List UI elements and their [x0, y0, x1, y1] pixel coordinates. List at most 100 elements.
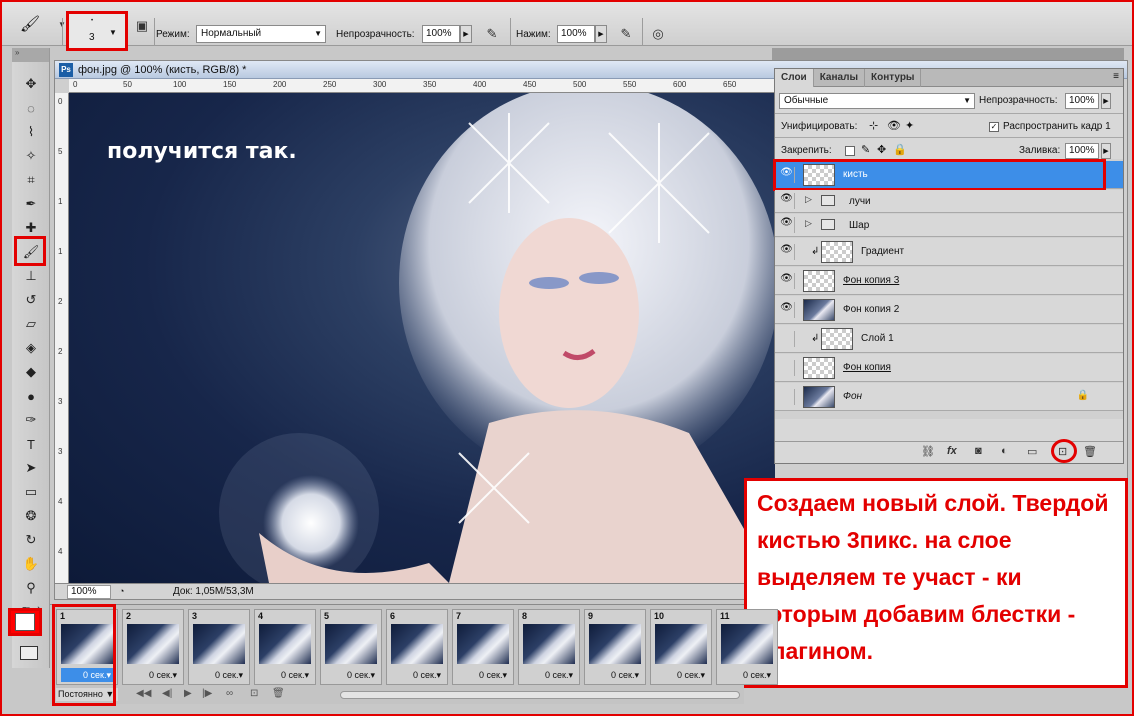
animation-frame[interactable]: 10 0 сек.▾: [650, 609, 712, 685]
layer-opacity-input[interactable]: 100%: [1065, 93, 1099, 109]
eye-icon[interactable]: 👁: [779, 167, 795, 183]
layer-row[interactable]: 👁 Фон копия 2: [775, 296, 1123, 324]
unify-visibility-icon[interactable]: 👁: [887, 119, 901, 132]
opacity-input[interactable]: 100%: [422, 25, 460, 43]
blur-tool-icon[interactable]: ◆: [19, 362, 43, 382]
flow-input[interactable]: 100%: [557, 25, 595, 43]
expand-arrow-icon[interactable]: ▷: [805, 194, 812, 205]
fill-input[interactable]: 100%: [1065, 143, 1099, 159]
lock-transparency-icon[interactable]: [845, 146, 855, 156]
link-layers-icon[interactable]: ⛓: [921, 445, 935, 458]
zoom-tool-icon[interactable]: ⚲: [19, 578, 43, 598]
layer-opacity-arrow[interactable]: ▶: [1101, 93, 1111, 109]
lasso-tool-icon[interactable]: ⌇: [19, 122, 43, 142]
layer-row[interactable]: 👁 ↲ Градиент: [775, 238, 1123, 266]
eye-icon[interactable]: 👁: [779, 244, 795, 260]
layer-row[interactable]: 👁 ▷ Шар: [775, 214, 1123, 237]
unify-style-icon[interactable]: ✦: [905, 119, 914, 132]
pen-tool-icon[interactable]: ✑: [19, 410, 43, 430]
expand-arrow-icon[interactable]: ▷: [805, 218, 812, 229]
next-frame-icon[interactable]: |▶: [202, 688, 212, 699]
brush-tool-preset-icon[interactable]: 🖌: [12, 9, 48, 39]
airbrush-icon[interactable]: ✎: [616, 24, 636, 44]
lock-pixels-icon[interactable]: ✎: [861, 143, 870, 156]
eye-icon[interactable]: 👁: [779, 193, 795, 209]
frame-delay[interactable]: 0 сек.▾: [721, 668, 775, 682]
propagate-frame-checkbox[interactable]: ✓: [989, 122, 999, 132]
path-selection-tool-icon[interactable]: ➤: [19, 458, 43, 478]
panel-menu-icon[interactable]: ≡: [1113, 71, 1119, 82]
quick-selection-tool-icon[interactable]: ✧: [19, 146, 43, 166]
tab-layers[interactable]: Слои: [775, 69, 814, 87]
animation-frame[interactable]: 8 0 сек.▾: [518, 609, 580, 685]
dodge-tool-icon[interactable]: ●: [19, 386, 43, 406]
new-group-icon[interactable]: ▭: [1027, 445, 1037, 458]
tab-channels[interactable]: Каналы: [814, 69, 865, 87]
eye-icon[interactable]: 👁: [779, 273, 795, 289]
color-swatches[interactable]: [8, 608, 42, 636]
visibility-toggle-empty[interactable]: [779, 331, 795, 347]
horizontal-ruler[interactable]: 0 50 100 150 200 250 300 350 400 450 500 550 600 650: [69, 79, 775, 93]
vertical-ruler[interactable]: 0 5 1 1 2 2 3 3 4 4: [55, 93, 69, 583]
healing-brush-tool-icon[interactable]: ✚: [19, 218, 43, 238]
tween-icon[interactable]: ∞: [226, 688, 233, 699]
layer-row[interactable]: Фон 🔒: [775, 383, 1123, 411]
duplicate-frame-icon[interactable]: ⊡: [250, 688, 258, 699]
mode-select[interactable]: Нормальный ▼: [196, 25, 326, 43]
animation-frame[interactable]: 7 0 сек.▾: [452, 609, 514, 685]
timeline-scrollbar[interactable]: [340, 691, 740, 699]
layer-row[interactable]: 👁 кисть: [773, 159, 1123, 191]
brush-panel-toggle-icon[interactable]: ▣: [132, 16, 152, 36]
frame-delay[interactable]: 0 сек.▾: [457, 668, 511, 682]
document-size-info[interactable]: Док: 1,05M/53,3M: [173, 586, 254, 597]
lock-all-icon[interactable]: 🔒: [893, 143, 907, 156]
animation-frame[interactable]: 11 0 сек.▾: [716, 609, 778, 685]
layer-row[interactable]: 👁 ▷ лучи: [775, 190, 1123, 213]
animation-frame[interactable]: 3 0 сек.▾: [188, 609, 250, 685]
frame-delay[interactable]: 0 сек.▾: [589, 668, 643, 682]
clone-stamp-tool-icon[interactable]: ⊥: [19, 266, 43, 286]
quick-mask-icon[interactable]: [20, 646, 38, 660]
loop-options-select[interactable]: Постоянно ▼: [56, 688, 118, 701]
fill-arrow[interactable]: ▶: [1101, 143, 1111, 159]
type-tool-icon[interactable]: T: [19, 434, 43, 454]
animation-frame[interactable]: 9 0 сек.▾: [584, 609, 646, 685]
play-icon[interactable]: ▶: [184, 688, 192, 699]
tablet-pressure-icon[interactable]: ◎: [648, 24, 668, 44]
animation-frame[interactable]: 4 0 сек.▾: [254, 609, 316, 685]
frame-delay[interactable]: 0 сек.▾: [655, 668, 709, 682]
frame-delay[interactable]: 0 сек.▾: [259, 668, 313, 682]
opacity-dropdown-arrow[interactable]: ▶: [460, 25, 472, 43]
frame-delay[interactable]: 0 сек.▾: [127, 668, 181, 682]
frame-delay[interactable]: 0 сек.▾: [391, 668, 445, 682]
marquee-tool-icon[interactable]: ◌: [19, 98, 43, 118]
eraser-tool-icon[interactable]: ▱: [19, 314, 43, 334]
animation-frame[interactable]: 5 0 сек.▾: [320, 609, 382, 685]
eye-icon[interactable]: 👁: [779, 302, 795, 318]
flow-dropdown-arrow[interactable]: ▶: [595, 25, 607, 43]
move-tool-icon[interactable]: ✥: [19, 74, 43, 94]
zoom-level-input[interactable]: 100%: [67, 584, 111, 599]
lock-position-icon[interactable]: ✥: [877, 143, 886, 156]
unify-position-icon[interactable]: ⊹: [869, 119, 878, 132]
panel-dock-header[interactable]: [772, 48, 1124, 60]
delete-layer-icon[interactable]: 🗑: [1083, 445, 1097, 458]
visibility-toggle-empty[interactable]: [779, 360, 795, 376]
status-info-icon[interactable]: ◔: [119, 586, 133, 598]
layer-row[interactable]: ↲ Слой 1: [775, 325, 1123, 353]
eyedropper-tool-icon[interactable]: ✒: [19, 194, 43, 214]
frame-delay[interactable]: 0 сек.▾: [61, 668, 115, 682]
frame-delay[interactable]: 0 сек.▾: [193, 668, 247, 682]
delete-frame-icon[interactable]: 🗑: [272, 688, 285, 699]
adjustment-layer-icon[interactable]: ◐: [1001, 445, 1008, 457]
3d-rotate-tool-icon[interactable]: ❂: [19, 506, 43, 526]
brush-size-picker[interactable]: • 3 ▼: [66, 11, 128, 51]
hand-tool-icon[interactable]: ✋: [19, 554, 43, 574]
image-canvas[interactable]: получится так.: [69, 93, 775, 583]
first-frame-icon[interactable]: ◀◀: [136, 688, 151, 699]
layer-style-icon[interactable]: fx: [947, 445, 957, 457]
animation-frame[interactable]: 2 0 сек.▾: [122, 609, 184, 685]
layer-row[interactable]: Фон копия: [775, 354, 1123, 382]
animation-frame[interactable]: 6 0 сек.▾: [386, 609, 448, 685]
tab-paths[interactable]: Контуры: [865, 69, 922, 87]
